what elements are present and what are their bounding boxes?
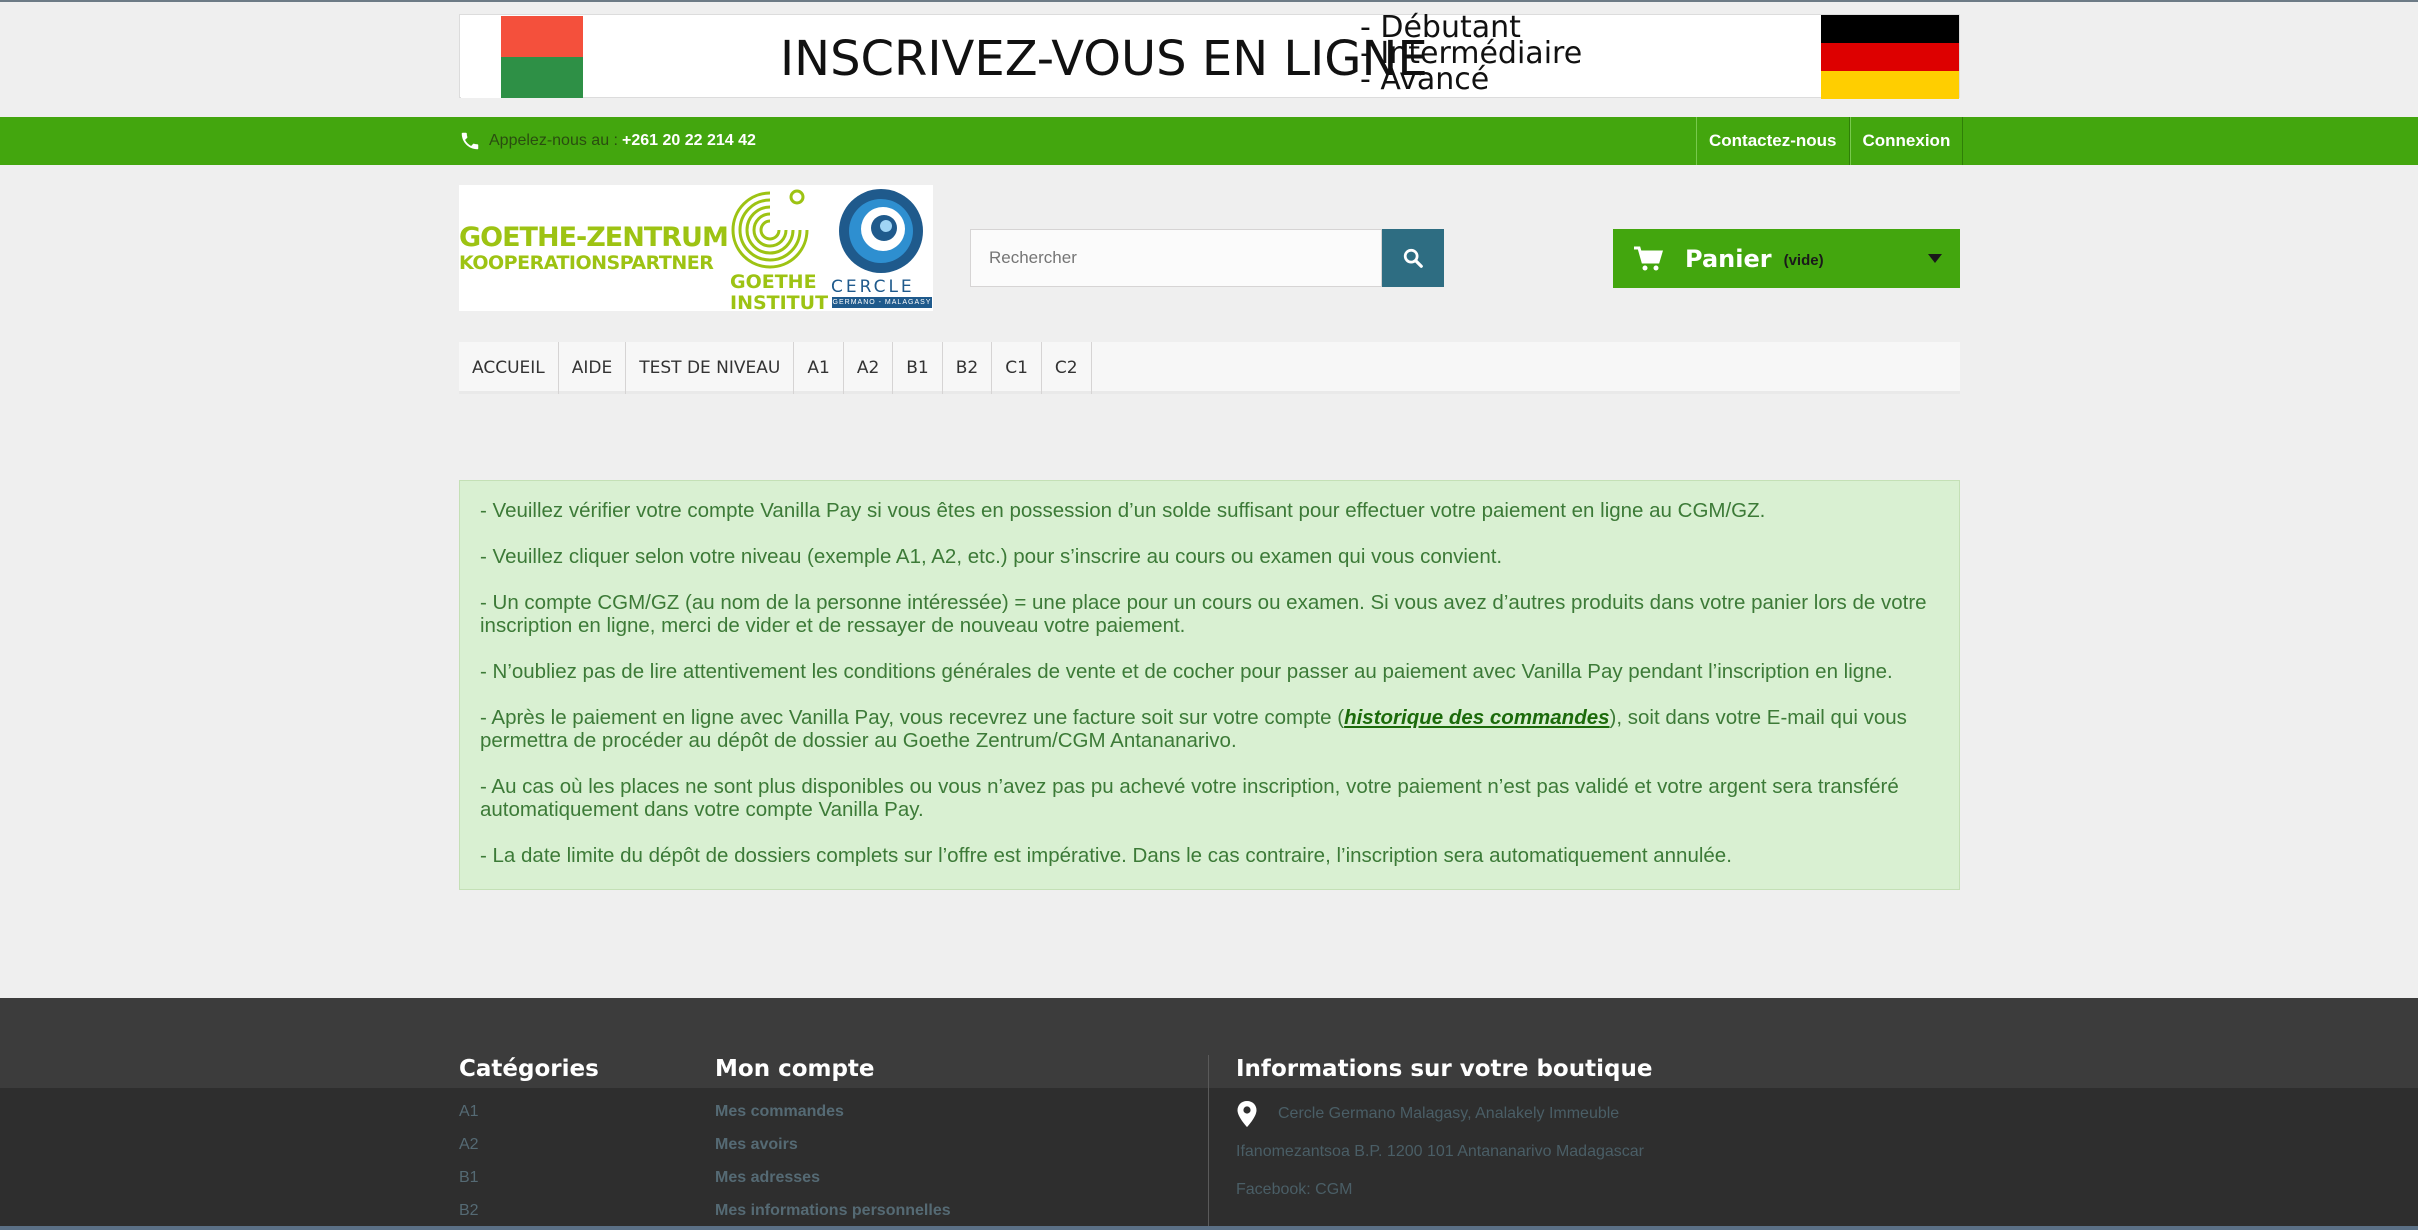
phone-contact: Appelez-nous au : +261 20 22 214 42 <box>459 117 756 165</box>
window-bottom-edge <box>0 1226 2418 1230</box>
footer-store-info: Informations sur votre boutique Cercle G… <box>1236 1056 1652 1209</box>
footer-account-link[interactable]: Mes commandes <box>715 1095 951 1128</box>
footer-account-link[interactable]: Mes adresses <box>715 1161 951 1194</box>
goethe-institut-logo-icon <box>731 189 809 269</box>
contact-link[interactable]: Contactez-nous <box>1696 117 1850 165</box>
footer-category-link[interactable]: B2 <box>459 1194 599 1227</box>
footer-categories-title: Catégories <box>459 1056 599 1082</box>
menu-item-b2[interactable]: B2 <box>943 342 993 394</box>
germany-flag-icon <box>1821 15 1959 99</box>
store-address: Cercle Germano Malagasy, Analakely Immeu… <box>1236 1095 1652 1209</box>
phone-label: Appelez-nous au : <box>489 132 618 149</box>
logo-goethe-zentrum: GOETHE-ZENTRUM <box>459 222 729 253</box>
footer-categories: Catégories A1 A2 B1 B2 <box>459 1056 599 1227</box>
cart-button[interactable]: Panier (vide) <box>1613 229 1960 288</box>
registration-banner[interactable]: INSCRIVEZ-VOUS EN LIGNE - Débutant - Int… <box>459 13 1960 99</box>
footer-account-title: Mon compte <box>715 1056 875 1082</box>
footer-info-title: Informations sur votre boutique <box>1236 1056 1653 1082</box>
menu-item-test-de-niveau[interactable]: TEST DE NIVEAU <box>626 342 795 394</box>
footer-category-link[interactable]: A2 <box>459 1128 599 1161</box>
footer <box>0 998 2418 1088</box>
madagascar-flag-icon <box>461 16 583 98</box>
cart-icon <box>1634 246 1663 270</box>
notice-paragraph: - Après le paiement en ligne avec Vanill… <box>480 706 1907 752</box>
banner-title: INSCRIVEZ-VOUS EN LIGNE <box>780 31 1428 87</box>
facebook-link[interactable]: Facebook: CGM <box>1236 1171 1652 1209</box>
notice-paragraph: - La date limite du dépôt de dossiers co… <box>480 844 1732 867</box>
menu-item-c1[interactable]: C1 <box>992 342 1042 394</box>
search-icon <box>1403 248 1423 268</box>
cercle-logo-icon <box>839 189 923 273</box>
banner-levels: - Débutant - Intermédiaire - Avancé <box>1360 13 1582 95</box>
footer-category-link[interactable]: B1 <box>459 1161 599 1194</box>
order-history-link[interactable]: historique des commandes <box>1344 706 1609 729</box>
menu-item-a2[interactable]: A2 <box>844 342 894 394</box>
cart-label: Panier <box>1685 244 1772 273</box>
cercle-text: CERCLE <box>831 277 915 297</box>
notice-paragraph: - Veuillez vérifier votre compte Vanilla… <box>480 499 1766 522</box>
footer-divider <box>1208 1055 1209 1230</box>
phone-icon <box>461 132 479 150</box>
payment-notice: - Veuillez vérifier votre compte Vanilla… <box>459 480 1960 890</box>
footer-bottom <box>0 1088 2418 1230</box>
menu-item-b1[interactable]: B1 <box>893 342 943 394</box>
main-menu: ACCUEIL AIDE TEST DE NIVEAU A1 A2 B1 B2 … <box>459 342 1960 394</box>
menu-item-accueil[interactable]: ACCUEIL <box>459 342 559 394</box>
search-input[interactable] <box>970 229 1382 287</box>
notice-paragraph: - N’oubliez pas de lire attentivement le… <box>480 660 1893 683</box>
cart-status: (vide) <box>1783 252 1824 269</box>
notice-paragraph: - Un compte CGM/GZ (au nom de la personn… <box>480 591 1927 637</box>
menu-item-aide[interactable]: AIDE <box>559 342 627 394</box>
cercle-subtitle: GERMANO - MALAGASY <box>832 297 932 308</box>
goethe-institut-text: GOETHE INSTITUT <box>730 271 829 314</box>
footer-account: Mon compte Mes commandes Mes avoirs Mes … <box>715 1056 951 1227</box>
footer-account-link[interactable]: Mes informations personnelles <box>715 1194 951 1227</box>
notice-paragraph: - Veuillez cliquer selon votre niveau (e… <box>480 545 1503 568</box>
notice-paragraph: - Au cas où les places ne sont plus disp… <box>480 775 1899 821</box>
top-bar <box>0 117 2418 165</box>
footer-category-link[interactable]: A1 <box>459 1095 599 1128</box>
footer-account-link[interactable]: Mes avoirs <box>715 1128 951 1161</box>
menu-item-c2[interactable]: C2 <box>1042 342 1092 394</box>
window-top-edge <box>0 0 2418 2</box>
logo-kooperationspartner: KOOPERATIONSPARTNER <box>459 252 714 274</box>
chevron-down-icon <box>1928 254 1942 263</box>
phone-number: +261 20 22 214 42 <box>621 132 756 149</box>
top-links: Contactez-nous Connexion <box>1696 117 1964 165</box>
map-pin-icon <box>1237 1100 1257 1127</box>
search-button[interactable] <box>1382 229 1444 287</box>
menu-item-a1[interactable]: A1 <box>794 342 844 394</box>
login-link[interactable]: Connexion <box>1849 117 1964 165</box>
site-logo[interactable]: GOETHE-ZENTRUM KOOPERATIONSPARTNER GOETH… <box>459 185 933 314</box>
